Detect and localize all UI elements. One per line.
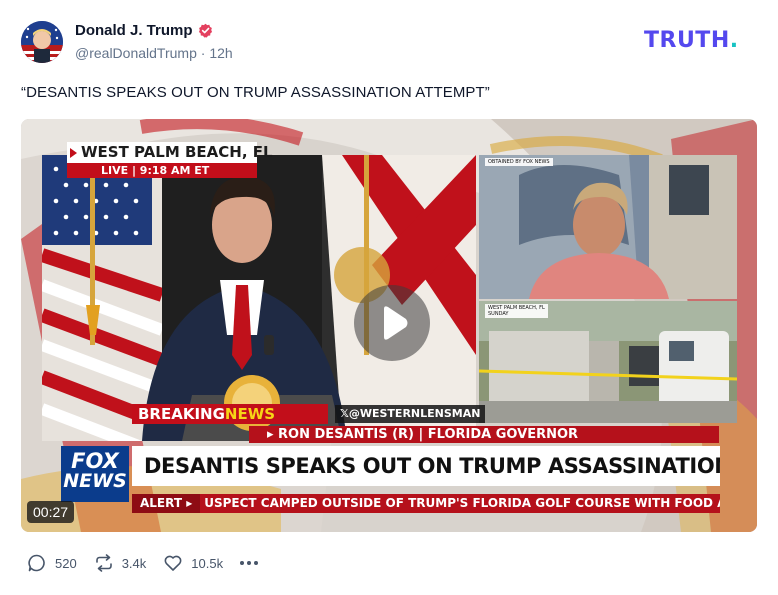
suspect-scene [479, 155, 737, 299]
retruth-icon [95, 554, 112, 572]
post-actions: 520 3.4k 10.5k [27, 553, 259, 573]
avatar[interactable] [21, 21, 63, 63]
fox-news-logo: FOX NEWS [61, 446, 129, 502]
alert-label: ALERT ▸ [132, 494, 201, 513]
scene-photo-panel: WEST PALM BEACH, FL SUNDAY [479, 301, 737, 423]
post-text: “DESANTIS SPEAKS OUT ON TRUMP ASSASSINAT… [21, 84, 490, 101]
breaking-news-banner: BREAKINGNEWS [132, 404, 328, 424]
video-headline: DESANTIS SPEAKS OUT ON TRUMP ASSASSINATI… [132, 446, 720, 486]
truth-post: Donald J. Trump @realDonaldTrump · 12h T… [0, 0, 778, 595]
more-icon-dot [254, 561, 259, 565]
ticker-text: USPECT CAMPED OUTSIDE OF TRUMP'S FLORIDA… [204, 496, 720, 510]
post-time[interactable]: 12h [209, 45, 232, 61]
verified-icon [198, 23, 213, 38]
post-meta: @realDonaldTrump · 12h [75, 45, 233, 61]
live-arrow-icon [70, 148, 77, 158]
like-count: 10.5k [191, 555, 224, 571]
scene-image [479, 301, 737, 423]
source-caption: OBTAINED BY FOX NEWS [485, 158, 553, 166]
author-handle[interactable]: @realDonaldTrump [75, 45, 197, 61]
live-label: LIVE | 9:18 AM ET [67, 163, 257, 178]
suspect-photo-panel: OBTAINED BY FOX NEWS [479, 155, 737, 299]
speaker-name-bar: ▸ RON DESANTIS (R) | FLORIDA GOVERNOR [249, 426, 719, 443]
news-label: NEWS [224, 405, 276, 423]
network-line-1: FOX [71, 449, 119, 473]
retruth-button[interactable]: 3.4k [94, 553, 147, 573]
more-options-button[interactable] [240, 553, 259, 573]
display-name[interactable]: Donald J. Trump [75, 22, 193, 39]
video-duration: 00:27 [27, 501, 75, 523]
post-author: Donald J. Trump @realDonaldTrump · 12h [75, 22, 233, 61]
more-icon [240, 561, 245, 565]
network-line-2: NEWS [63, 470, 127, 492]
like-button[interactable]: 10.5k [163, 553, 223, 573]
watermark-handle: 𝕏@WESTERNLENSMAN [335, 405, 486, 423]
brand-name: TRUTH [644, 28, 730, 53]
reply-icon [28, 554, 45, 572]
reply-button[interactable]: 520 [27, 553, 77, 573]
breaking-label: BREAKING [138, 405, 225, 423]
truth-logo: TRUTH. [644, 28, 739, 53]
heart-icon [164, 555, 182, 571]
play-button[interactable] [354, 285, 430, 361]
play-icon [384, 306, 408, 340]
retruth-count: 3.4k [121, 555, 147, 571]
location-label: WEST PALM BEACH, FL [81, 143, 273, 161]
alert-ticker: ALERT ▸ USPECT CAMPED OUTSIDE OF TRUMP'S … [132, 494, 720, 513]
secondary-location-caption: WEST PALM BEACH, FL SUNDAY [485, 304, 548, 318]
reply-count: 520 [55, 555, 77, 571]
secondary-day: SUNDAY [488, 311, 509, 317]
location-tag: WEST PALM BEACH, FL LIVE | 9:18 AM ET [67, 142, 273, 178]
meta-separator: · [200, 45, 206, 61]
avatar-image [21, 21, 63, 63]
video-player[interactable]: OBTAINED BY FOX NEWS WEST PALM BEACH, FL… [21, 119, 757, 532]
brand-dot: . [729, 28, 739, 53]
more-icon-dot [247, 561, 252, 565]
